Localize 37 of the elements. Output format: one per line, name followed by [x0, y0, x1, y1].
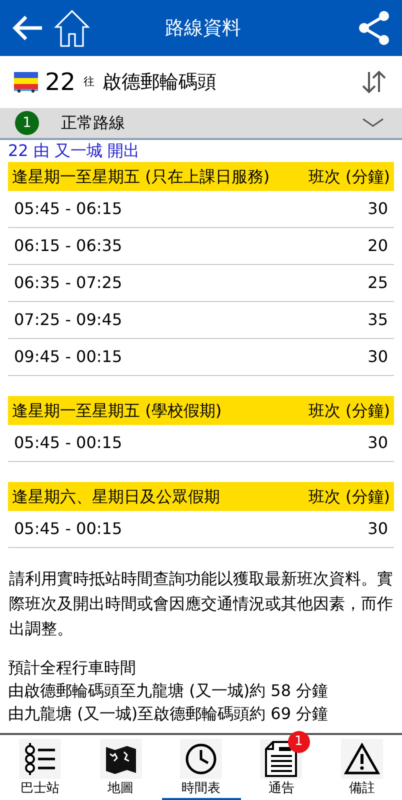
- frequency-cell-text: 20: [368, 235, 388, 257]
- frequency-cell-text: 30: [368, 198, 388, 220]
- schedule-heading: 逢星期一至星期五 (學校假期): [12, 400, 223, 422]
- nav-tab[interactable]: 備註: [322, 735, 402, 800]
- schedule-heading: 逢星期一至星期五 (只在上課日服務): [12, 166, 271, 188]
- variant-name: 正常路線: [61, 112, 126, 134]
- frequency-cell-text: 30: [368, 432, 388, 454]
- time-period-cell-text: 05:45 - 06:15: [14, 198, 124, 220]
- nav-tab[interactable]: 地圖: [80, 735, 161, 800]
- time-period-cell-text: 06:35 - 07:25: [14, 272, 124, 294]
- journey-time-title: 預計全程行車時間: [8, 657, 137, 679]
- frequency-cell-text: 30: [368, 518, 388, 540]
- window-title: 路線資料: [164, 16, 242, 41]
- route-number: 22: [45, 67, 76, 98]
- destination-text: 啟德郵輪碼頭: [102, 70, 218, 95]
- frequency-cell-text: 30: [368, 346, 388, 368]
- time-period-cell-text: 05:45 - 00:15: [14, 518, 124, 540]
- notice-paragraph: 請利用實時抵站時間查詢功能以獲取最新班次資料。實際班次及開出時間或會因應交通情況或其他因素，而作出調整。: [9, 568, 393, 640]
- schedule-heading: 逢星期六、星期日及公眾假期: [12, 486, 221, 508]
- variant-number-badge: 1: [15, 111, 39, 135]
- notification-badge: 1: [288, 731, 310, 753]
- departure-text: 22 由 又一城 開出: [7, 140, 141, 162]
- time-period-cell-text: 06:15 - 06:35: [14, 235, 124, 257]
- frequency-heading: 班次 (分鐘): [308, 166, 390, 188]
- time-period-cell-text: 07:25 - 09:45: [14, 309, 124, 331]
- nav-tab[interactable]: 時間表: [160, 735, 242, 800]
- journey-time-text: 由九龍塘 (又一城)至啟德郵輪碼頭約 69 分鐘: [8, 703, 330, 725]
- frequency-heading: 班次 (分鐘): [308, 486, 390, 508]
- frequency-cell-text: 25: [368, 272, 388, 294]
- journey-time-text: 由啟德郵輪碼頭至九龍塘 (又一城)約 58 分鐘: [8, 680, 330, 702]
- time-period-cell-text: 09:45 - 00:15: [14, 346, 124, 368]
- frequency-cell-text: 35: [368, 309, 388, 331]
- direction-label: 往: [84, 74, 95, 90]
- frequency-heading: 班次 (分鐘): [308, 400, 390, 422]
- nav-tab[interactable]: 巴士站: [0, 735, 80, 800]
- time-period-cell-text: 05:45 - 00:15: [14, 432, 124, 454]
- route-variant-dropdown[interactable]: 1 正常路線: [0, 108, 402, 140]
